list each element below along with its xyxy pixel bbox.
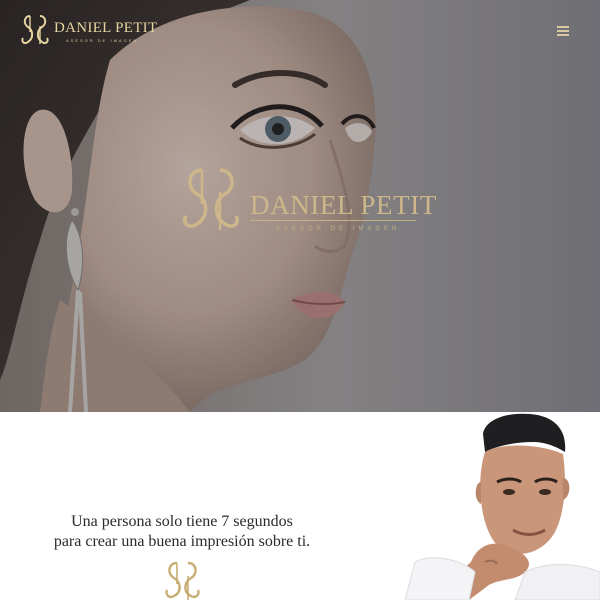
dp-monogram-icon — [183, 168, 239, 230]
daniel-petit-portrait-photo — [405, 412, 600, 600]
header-logo[interactable]: DANIEL PETIT ASESOR DE IMAGEN — [20, 12, 157, 46]
hero-logo: DANIEL PETIT ASESOR DE IMAGEN — [180, 160, 436, 240]
hero-section: DANIEL PETIT ASESOR DE IMAGEN DANIEL PET… — [0, 0, 600, 412]
hero-brand-tagline: ASESOR DE IMAGEN — [276, 226, 401, 232]
header-brand-tagline: ASESOR DE IMAGEN — [66, 38, 139, 43]
quote-line-1: Una persona solo tiene 7 segundos — [71, 513, 293, 530]
quote-line-2: para crear una buena impresión sobre ti. — [53, 533, 311, 550]
page: DANIEL PETIT ASESOR DE IMAGEN DANIEL PET… — [0, 0, 600, 600]
intro-section: Una persona solo tiene 7 segundos para c… — [0, 412, 600, 600]
dp-monogram-icon — [165, 561, 200, 600]
intro-quote: Una persona solo tiene 7 segundos para c… — [52, 512, 312, 552]
hero-brand-name: DANIEL PETIT — [250, 190, 437, 220]
hero-logo-divider — [250, 220, 416, 221]
menu-button[interactable] — [552, 20, 574, 42]
header-brand-name: DANIEL PETIT — [54, 20, 158, 36]
hamburger-menu-icon — [557, 25, 569, 37]
dp-monogram-icon — [21, 15, 49, 45]
